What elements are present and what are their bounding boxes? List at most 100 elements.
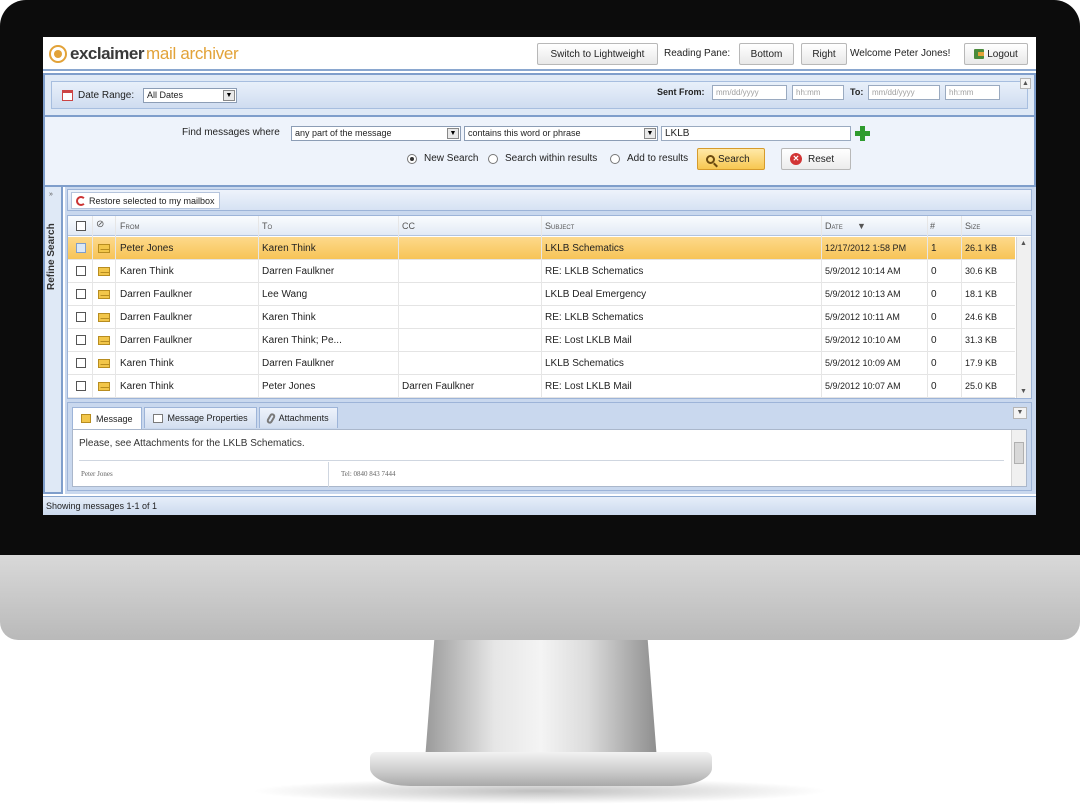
scroll-down-icon[interactable]: ▼	[1020, 388, 1027, 395]
radio-new-search[interactable]	[407, 154, 417, 164]
col-subject[interactable]: Subject	[545, 221, 574, 231]
cell-to: Karen Think; Pe...	[262, 335, 342, 346]
scroll-thumb[interactable]	[1014, 442, 1024, 464]
row-checkbox[interactable]	[76, 381, 86, 391]
col-cc[interactable]: CC	[402, 221, 415, 231]
col-date[interactable]: Date	[825, 221, 843, 231]
attachment-col-icon[interactable]: ⊘	[96, 219, 104, 230]
cell-from: Darren Faulkner	[120, 289, 193, 300]
logo-icon	[49, 45, 67, 63]
date-range-label: Date Range:	[78, 90, 135, 101]
status-bar: Showing messages 1-1 of 1	[43, 496, 1036, 515]
date-filter-bar: Date Range: All Dates ▼ Sent From: mm/dd…	[43, 73, 1036, 117]
cell-from: Darren Faulkner	[120, 312, 193, 323]
cell-date: 5/9/2012 10:13 AM	[825, 289, 901, 299]
envelope-icon	[81, 414, 91, 423]
select-all-checkbox[interactable]	[76, 221, 86, 231]
expand-icon[interactable]: »	[49, 191, 53, 198]
calendar-icon	[62, 90, 73, 101]
search-operator-select[interactable]: contains this word or phrase ▼	[464, 126, 658, 141]
add-criteria-icon[interactable]	[855, 126, 870, 141]
divider	[328, 462, 329, 488]
monitor-stand-base	[370, 752, 712, 786]
reset-button-label: Reset	[808, 153, 835, 165]
radio-search-within[interactable]	[488, 154, 498, 164]
chevron-down-icon: ▼	[447, 128, 459, 139]
status-text: Showing messages 1-1 of 1	[46, 501, 158, 511]
envelope-icon	[98, 267, 110, 276]
tab-message-properties[interactable]: Message Properties	[143, 407, 257, 428]
to-date-input[interactable]: mm/dd/yyyy	[868, 85, 940, 100]
column-divider	[927, 216, 928, 398]
cell-cc: Darren Faulkner	[402, 381, 475, 392]
date-range-select[interactable]: All Dates ▼	[143, 88, 237, 103]
cell-from: Karen Think	[120, 358, 174, 369]
cell-date: 5/9/2012 10:11 AM	[825, 312, 900, 322]
cell-to: Darren Faulkner	[262, 358, 335, 369]
reading-pane-bottom-button[interactable]: Bottom	[739, 43, 794, 65]
cell-date: 5/9/2012 10:14 AM	[825, 266, 901, 276]
search-button[interactable]: Search	[697, 148, 765, 170]
restore-to-mailbox-button[interactable]: Restore selected to my mailbox	[71, 192, 220, 209]
cell-from: Darren Faulkner	[120, 335, 193, 346]
search-icon	[706, 154, 715, 164]
message-scrollbar[interactable]	[1011, 430, 1026, 486]
message-body: Please, see Attachments for the LKLB Sch…	[72, 429, 1027, 488]
tab-message[interactable]: Message	[72, 407, 142, 429]
row-checkbox[interactable]	[76, 289, 86, 299]
search-term-input[interactable]: LKLB	[661, 126, 851, 141]
col-from[interactable]: From	[120, 221, 140, 231]
monitor-chin	[0, 555, 1080, 640]
refine-search-tab[interactable]: » Refine Search	[43, 187, 63, 494]
cell-size: 24.6 KB	[965, 312, 998, 322]
logout-label: Logout	[987, 48, 1018, 60]
sent-from-time-input[interactable]: hh:mm	[792, 85, 844, 100]
tab-attachments-label: Attachments	[278, 413, 329, 423]
to-time-input[interactable]: hh:mm	[945, 85, 1000, 100]
envelope-icon	[98, 359, 110, 368]
cell-to: Karen Think	[262, 243, 316, 254]
row-checkbox[interactable]	[76, 312, 86, 322]
radio-add-results[interactable]	[610, 154, 620, 164]
chevron-down-icon: ▼	[223, 90, 235, 101]
envelope-icon	[98, 290, 110, 299]
chevron-down-icon: ▼	[644, 128, 656, 139]
cell-subject: RE: LKLB Schematics	[545, 312, 644, 323]
search-field-select[interactable]: any part of the message ▼	[291, 126, 461, 141]
row-checkbox[interactable]	[76, 358, 86, 368]
column-divider	[92, 216, 93, 398]
cell-size: 17.9 KB	[965, 358, 998, 368]
reading-pane-right-button[interactable]: Right	[801, 43, 847, 65]
message-body-text: Please, see Attachments for the LKLB Sch…	[79, 438, 305, 449]
grid-scrollbar[interactable]: ▲ ▼	[1016, 237, 1031, 398]
sent-from-date-input[interactable]: mm/dd/yyyy	[712, 85, 787, 100]
row-checkbox[interactable]	[76, 335, 86, 345]
cell-subject: RE: LKLB Schematics	[545, 266, 644, 277]
row-checkbox[interactable]	[76, 243, 86, 253]
cell-count: 0	[931, 289, 937, 300]
cell-subject: RE: Lost LKLB Mail	[545, 335, 632, 346]
col-count[interactable]: #	[930, 221, 935, 231]
collapse-up-icon[interactable]: ▲	[1020, 78, 1031, 89]
tab-attachments[interactable]: Attachments	[258, 407, 338, 428]
collapse-down-icon[interactable]: ▼	[1013, 407, 1027, 419]
column-divider	[115, 216, 116, 398]
date-range-value: All Dates	[147, 90, 184, 100]
row-checkbox[interactable]	[76, 266, 86, 276]
signature-name: Peter Jones	[81, 470, 113, 478]
grid-header: ⊘ From To CC Subject Date ▼ # Size	[68, 216, 1031, 236]
envelope-icon	[98, 336, 110, 345]
properties-icon	[152, 413, 163, 423]
reset-button[interactable]: ✕ Reset	[781, 148, 851, 170]
cell-count: 1	[931, 243, 937, 254]
switch-lightweight-button[interactable]: Switch to Lightweight	[537, 43, 658, 65]
scroll-up-icon[interactable]: ▲	[1020, 240, 1027, 247]
cell-to: Lee Wang	[262, 289, 308, 300]
welcome-text: Welcome Peter Jones!	[850, 48, 951, 59]
col-to[interactable]: To	[262, 221, 272, 231]
logout-button[interactable]: Logout	[964, 43, 1028, 65]
signature-phone: Tel: 0840 843 7444	[341, 470, 396, 478]
cell-count: 0	[931, 266, 937, 277]
app-logo: exclaimer mail archiver	[49, 43, 239, 65]
col-size[interactable]: Size	[965, 221, 980, 231]
